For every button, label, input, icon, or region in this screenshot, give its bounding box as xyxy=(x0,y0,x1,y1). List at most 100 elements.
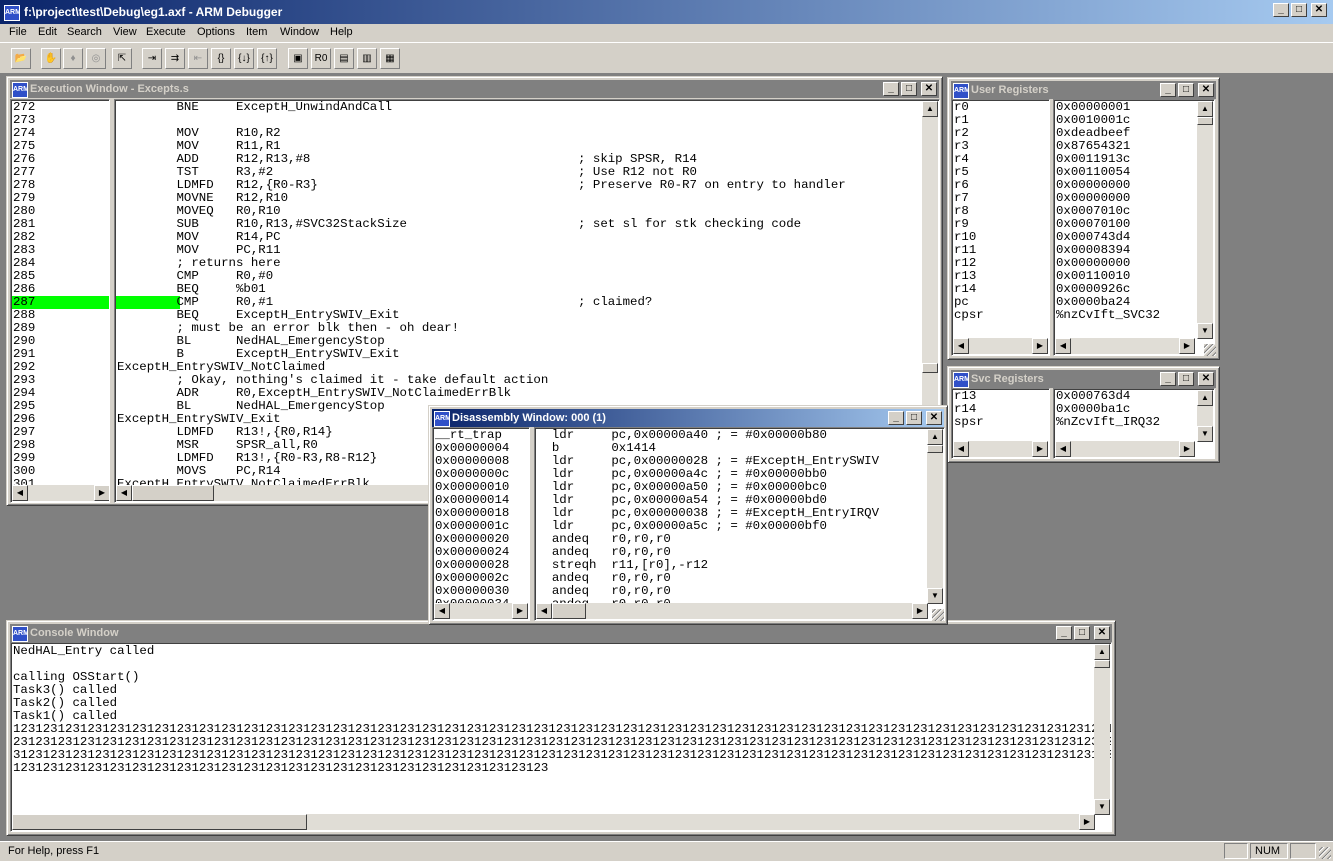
arm-app-icon[interactable]: ARM xyxy=(4,5,20,21)
scroll-right-icon[interactable]: ▶ xyxy=(1079,814,1095,830)
svc-registers-title-bar[interactable]: ARM Svc Registers _ □ ✕ xyxy=(951,370,1216,388)
scroll-down-icon[interactable]: ▼ xyxy=(1197,323,1213,339)
scroll-thumb[interactable] xyxy=(1197,117,1213,125)
watch-icon[interactable]: ◎ xyxy=(86,48,106,69)
step-icon[interactable]: ♦ xyxy=(63,48,83,69)
execution-window-title-bar[interactable]: ARM Execution Window - Excepts.s _ □ ✕ xyxy=(10,80,939,98)
scroll-left-icon[interactable]: ◀ xyxy=(12,485,28,501)
maximize-icon[interactable]: □ xyxy=(1178,83,1194,97)
scroll-right-icon[interactable]: ▶ xyxy=(912,603,928,619)
open-folder-icon[interactable]: 📂 xyxy=(11,48,31,69)
close-icon[interactable]: ✕ xyxy=(921,82,937,96)
register-value-hscrollbar[interactable]: ◀ ▶ xyxy=(1055,338,1195,354)
minimize-icon[interactable]: _ xyxy=(1160,372,1176,386)
user-registers-title-bar[interactable]: ARM User Registers _ □ ✕ xyxy=(951,81,1216,99)
scroll-left-icon[interactable]: ◀ xyxy=(953,338,969,354)
minimize-icon[interactable]: _ xyxy=(1273,3,1289,17)
line-number-pane[interactable]: 272 273 274 275 276 277 278 279 280 281 282 283 284 2… xyxy=(10,99,110,503)
scroll-right-icon[interactable]: ▶ xyxy=(512,603,528,619)
menu-help[interactable]: Help xyxy=(330,26,353,38)
minimize-icon[interactable]: _ xyxy=(1160,83,1176,97)
step-over-icon[interactable]: ⇉ xyxy=(165,48,185,69)
scroll-up-icon[interactable]: ▲ xyxy=(1197,390,1213,406)
memory-icon[interactable]: ▤ xyxy=(334,48,354,69)
user-registers-window[interactable]: ARM User Registers _ □ ✕ r0 r1 r2 r3 r4 r5 r6 r… xyxy=(947,77,1220,360)
disassembly-hscrollbar[interactable]: ◀ ▶ xyxy=(536,603,928,619)
menu-execute[interactable]: Execute xyxy=(146,26,186,38)
register-name-pane[interactable]: r0 r1 r2 r3 r4 r5 r6 r7 r8 r9 r10 r11 r12 r13 r14 pc cps… xyxy=(951,99,1050,356)
step-out-icon[interactable]: ⇤ xyxy=(188,48,208,69)
menu-search[interactable]: Search xyxy=(67,26,102,38)
scroll-right-icon[interactable]: ▶ xyxy=(1179,441,1195,457)
scroll-up-icon[interactable]: ▲ xyxy=(1197,101,1213,117)
resize-grip[interactable] xyxy=(932,609,944,621)
go-icon[interactable]: {↓} xyxy=(234,48,254,69)
menu-edit[interactable]: Edit xyxy=(38,26,57,38)
scroll-right-icon[interactable]: ▶ xyxy=(94,485,109,501)
minimize-icon[interactable]: _ xyxy=(1056,626,1072,640)
breakpoint-icon[interactable]: ▣ xyxy=(288,48,308,69)
scroll-left-icon[interactable]: ◀ xyxy=(434,603,450,619)
close-icon[interactable]: ✕ xyxy=(1198,83,1214,97)
minimize-icon[interactable]: _ xyxy=(883,82,899,96)
register-vscrollbar[interactable]: ▲ ▼ xyxy=(1197,101,1213,339)
disassembly-window-title-bar[interactable]: ARM Disassembly Window: 000 (1) _ □ ✕ xyxy=(432,409,944,427)
svc-vscrollbar[interactable]: ▲ ▼ xyxy=(1197,390,1213,442)
scroll-thumb[interactable] xyxy=(132,485,214,501)
maximize-icon[interactable]: □ xyxy=(1291,3,1307,17)
console-vscrollbar[interactable]: ▲ ▼ xyxy=(1094,644,1110,815)
maximize-icon[interactable]: □ xyxy=(906,411,922,425)
svc-register-name-pane[interactable]: r13 r14 spsr ◀ ▶ xyxy=(951,388,1050,459)
scroll-thumb[interactable] xyxy=(552,603,586,619)
registers-icon[interactable]: R0 xyxy=(311,48,331,69)
close-icon[interactable]: ✕ xyxy=(926,411,942,425)
close-icon[interactable]: ✕ xyxy=(1094,626,1110,640)
svc-value-hscrollbar[interactable]: ◀ ▶ xyxy=(1055,441,1195,457)
scroll-down-icon[interactable]: ▼ xyxy=(1197,426,1213,442)
resize-grip[interactable] xyxy=(1319,847,1331,859)
menu-window[interactable]: Window xyxy=(280,26,319,38)
scroll-up-icon[interactable]: ▲ xyxy=(1094,644,1110,660)
scroll-thumb[interactable] xyxy=(927,445,943,453)
disassembly-window[interactable]: ARM Disassembly Window: 000 (1) _ □ ✕ __… xyxy=(428,405,948,625)
browse-icon[interactable]: ⇱ xyxy=(112,48,132,69)
register-name-hscrollbar[interactable]: ◀ ▶ xyxy=(953,338,1048,354)
locals-icon[interactable]: ▦ xyxy=(380,48,400,69)
hand-icon[interactable]: ✋ xyxy=(41,48,61,69)
app-title-bar[interactable]: ARM f:\project\test\Debug\eg1.axf - ARM … xyxy=(0,0,1333,24)
scroll-thumb[interactable] xyxy=(12,814,307,830)
minimize-icon[interactable]: _ xyxy=(888,411,904,425)
menu-options[interactable]: Options xyxy=(197,26,235,38)
console-window-title-bar[interactable]: ARM Console Window _ □ ✕ xyxy=(10,624,1112,642)
line-pane-hscrollbar[interactable]: ◀ ▶ xyxy=(12,485,109,501)
resize-grip[interactable] xyxy=(1204,344,1216,356)
scroll-right-icon[interactable]: ▶ xyxy=(1032,441,1048,457)
maximize-icon[interactable]: □ xyxy=(1074,626,1090,640)
menu-item[interactable]: Item xyxy=(246,26,267,38)
address-hscrollbar[interactable]: ◀ ▶ xyxy=(434,603,528,619)
svc-registers-window[interactable]: ARM Svc Registers _ □ ✕ r13 r14 spsr ◀ ▶ 0… xyxy=(947,366,1220,463)
svc-name-hscrollbar[interactable]: ◀ ▶ xyxy=(953,441,1048,457)
instruction-pane[interactable]: ldr pc,0x00000a40 ; = #0x00000b80 b 0x14… xyxy=(534,427,945,621)
menu-view[interactable]: View xyxy=(113,26,137,38)
maximize-icon[interactable]: □ xyxy=(1178,372,1194,386)
console-output-pane[interactable]: NedHAL_Entry called calling OSStart() Tas… xyxy=(10,642,1112,832)
scroll-right-icon[interactable]: ▶ xyxy=(1032,338,1048,354)
scroll-up-icon[interactable]: ▲ xyxy=(922,101,938,117)
scroll-left-icon[interactable]: ◀ xyxy=(953,441,969,457)
scroll-left-icon[interactable]: ◀ xyxy=(1055,441,1071,457)
scroll-up-icon[interactable]: ▲ xyxy=(927,429,943,445)
console-window[interactable]: ARM Console Window _ □ ✕ NedHAL_Entry ca… xyxy=(6,620,1116,836)
close-icon[interactable]: ✕ xyxy=(1198,372,1214,386)
scroll-left-icon[interactable]: ◀ xyxy=(536,603,552,619)
menu-file[interactable]: File xyxy=(9,26,27,38)
svc-register-value-pane[interactable]: 0x000763d4 0x0000ba1c %nZcvIft_IRQ32 ▲ ▼ ◀… xyxy=(1053,388,1215,459)
scroll-left-icon[interactable]: ◀ xyxy=(116,485,132,501)
maximize-icon[interactable]: □ xyxy=(901,82,917,96)
step-into-icon[interactable]: ⇥ xyxy=(142,48,162,69)
run-to-cursor-icon[interactable]: {} xyxy=(211,48,231,69)
console-hscrollbar[interactable]: ▶ xyxy=(12,814,1095,830)
register-value-pane[interactable]: 0x00000001 0x0010001c 0xdeadbeef 0x87654321… xyxy=(1053,99,1215,356)
scroll-down-icon[interactable]: ▼ xyxy=(1094,799,1110,815)
scroll-thumb[interactable] xyxy=(922,363,938,373)
